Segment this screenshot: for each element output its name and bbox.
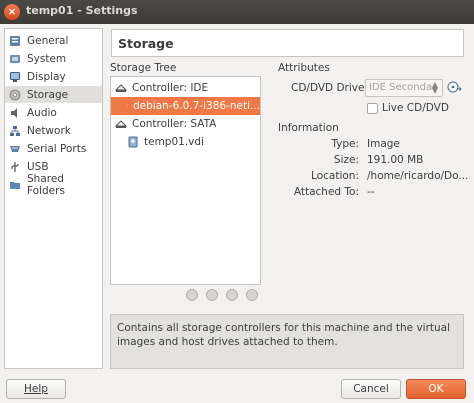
- sidebar-item-label: General: [27, 34, 69, 47]
- system-icon: [10, 54, 20, 63]
- info-value-attached-to: --: [367, 186, 375, 198]
- tree-row-label: debian-6.0.7-i386-neti...: [133, 100, 260, 112]
- close-icon: ×: [7, 5, 17, 18]
- cd-dvd-drive-label: CD/DVD Drive:: [291, 82, 368, 94]
- ok-button[interactable]: OK: [406, 379, 466, 399]
- info-value-type: Image: [367, 138, 400, 150]
- cd-dvd-drive-value: IDE Secondar: [369, 82, 437, 93]
- sidebar-item-label: System: [27, 52, 67, 65]
- sidebar-item-label: Shared Folders: [27, 172, 65, 197]
- sidebar-item-label: Display: [27, 70, 66, 83]
- info-value-size: 191.00 MB: [367, 154, 424, 166]
- remove-attachment-button[interactable]: [246, 289, 258, 301]
- info-key-attached-to: Attached To:: [293, 186, 359, 198]
- settings-window: General System Display Storage Audio Net…: [0, 24, 474, 403]
- tree-row-temp01-vdi[interactable]: temp01.vdi: [111, 133, 260, 151]
- tree-row-controller-ide[interactable]: Controller: IDE: [111, 79, 260, 97]
- close-button[interactable]: ×: [4, 4, 20, 20]
- sidebar-item-label: Network: [27, 124, 71, 137]
- sidebar-item-audio[interactable]: Audio: [5, 104, 102, 121]
- title-bar: × temp01 - Settings: [0, 0, 474, 24]
- page-header: Storage: [111, 29, 464, 57]
- cd-dvd-drive-select[interactable]: IDE Secondar ▲ ▼: [365, 79, 443, 97]
- cancel-button[interactable]: Cancel: [341, 379, 401, 399]
- remove-controller-button[interactable]: [206, 289, 218, 301]
- controller-icon: [115, 84, 127, 92]
- description-box: Contains all storage controllers for thi…: [110, 314, 464, 369]
- sidebar-item-network[interactable]: Network: [5, 122, 102, 139]
- sidebar-item-general[interactable]: General: [5, 32, 102, 49]
- sidebar-item-storage[interactable]: Storage: [5, 86, 102, 103]
- sidebar-item-label: USB: [27, 160, 49, 173]
- sidebar: General System Display Storage Audio Net…: [4, 28, 103, 369]
- cd-icon: [127, 105, 128, 107]
- info-key-location: Location:: [311, 170, 359, 182]
- choose-disk-button[interactable]: [447, 80, 463, 96]
- tree-row-label: temp01.vdi: [144, 136, 204, 148]
- description-text: Contains all storage controllers for thi…: [117, 322, 451, 348]
- live-cd-checkbox[interactable]: [367, 103, 378, 114]
- sidebar-item-system[interactable]: System: [5, 50, 102, 67]
- page-title: Storage: [118, 36, 174, 51]
- tree-row-controller-sata[interactable]: Controller: SATA: [111, 115, 260, 133]
- information-heading: Information: [278, 122, 339, 134]
- attributes-heading: Attributes: [278, 62, 330, 74]
- shared-folders-icon: [10, 181, 20, 189]
- live-cd-label: Live CD/DVD: [382, 102, 449, 114]
- sidebar-item-label: Audio: [27, 106, 57, 119]
- add-controller-button[interactable]: [186, 289, 198, 301]
- info-value-location: /home/ricardo/Do...: [367, 170, 469, 182]
- storage-tree[interactable]: Controller: IDE debian-6.0.7-i386-neti..…: [110, 76, 261, 285]
- tree-row-label: Controller: SATA: [132, 118, 217, 130]
- info-key-type: Type:: [331, 138, 359, 150]
- sidebar-item-shared-folders[interactable]: Shared Folders: [5, 173, 102, 197]
- audio-icon: [11, 107, 17, 118]
- window-title: temp01 - Settings: [26, 4, 138, 17]
- cancel-button-label: Cancel: [353, 383, 389, 395]
- info-key-size: Size:: [333, 154, 359, 166]
- serial-ports-icon: [10, 145, 20, 152]
- storage-tree-heading: Storage Tree: [110, 62, 177, 74]
- ok-button-label: OK: [428, 383, 444, 395]
- storage-icon: [9, 89, 21, 100]
- usb-icon: [11, 161, 19, 172]
- sidebar-item-display[interactable]: Display: [5, 68, 102, 85]
- help-button[interactable]: Help: [6, 379, 66, 399]
- display-icon: [10, 71, 20, 82]
- sidebar-item-label: Serial Ports: [27, 142, 87, 155]
- tree-row-debian-iso[interactable]: debian-6.0.7-i386-neti...: [111, 97, 260, 115]
- tree-row-label: Controller: IDE: [132, 82, 209, 94]
- add-attachment-button[interactable]: [226, 289, 238, 301]
- help-button-label: Help: [24, 383, 48, 395]
- controller-icon: [115, 120, 127, 128]
- hard-disk-icon: [128, 136, 138, 148]
- chevron-updown-icon: ▲ ▼: [431, 80, 439, 95]
- sidebar-item-label: Storage: [27, 88, 69, 101]
- general-icon: [10, 35, 20, 46]
- sidebar-item-serial-ports[interactable]: Serial Ports: [5, 140, 102, 157]
- network-icon: [10, 125, 20, 136]
